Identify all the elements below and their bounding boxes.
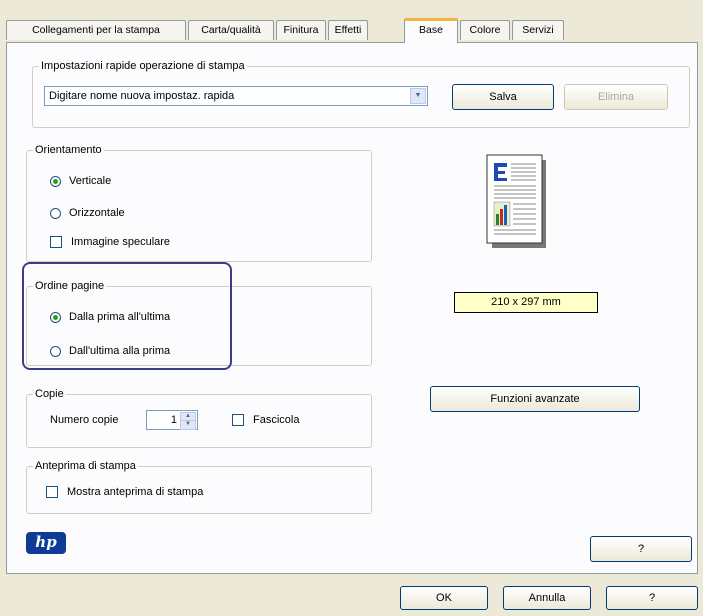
quick-settings-combo-value: Digitare nome nuova impostaz. rapida (49, 90, 235, 102)
mirror-checkbox[interactable] (50, 236, 62, 248)
cancel-button-label: Annulla (528, 592, 566, 604)
tab-colore[interactable]: Colore (460, 20, 510, 40)
collate-checkbox[interactable] (232, 414, 244, 426)
copies-count-row: Numero copie (50, 414, 118, 426)
portrait-radio[interactable] (50, 175, 61, 187)
tab-finitura[interactable]: Finitura (276, 20, 326, 40)
mirror-label: Immagine speculare (71, 236, 171, 248)
portrait-label: Verticale (69, 175, 112, 187)
quick-settings-legend: Impostazioni rapide operazione di stampa (39, 59, 247, 73)
ok-button-label: OK (436, 592, 452, 604)
landscape-option[interactable]: Orizzontale (50, 207, 125, 219)
last-to-first-option[interactable]: Dall'ultima alla prima (50, 345, 170, 357)
tab-base[interactable]: Base (404, 18, 458, 43)
show-preview-checkbox[interactable] (46, 486, 58, 498)
delete-button[interactable]: Elimina (564, 84, 668, 110)
cancel-button[interactable]: Annulla (503, 586, 591, 610)
first-to-last-label: Dalla prima all'ultima (69, 311, 171, 323)
help-button-panel[interactable]: ? (590, 536, 692, 562)
help-button-label: ? (648, 592, 656, 604)
copies-count-label: Numero copie (50, 414, 119, 426)
save-button-label: Salva (489, 91, 517, 103)
first-to-last-option[interactable]: Dalla prima all'ultima (50, 311, 170, 323)
ok-button[interactable]: OK (400, 586, 488, 610)
tab-collegamenti[interactable]: Collegamenti per la stampa (6, 20, 186, 40)
delete-button-label: Elimina (597, 91, 635, 103)
spin-down-icon[interactable]: ▼ (180, 420, 196, 430)
document-preview-icon (486, 154, 546, 248)
hp-logo-text: hp (35, 533, 57, 551)
copies-count-value: 1 (170, 414, 177, 426)
tab-servizi[interactable]: Servizi (512, 20, 564, 40)
save-button[interactable]: Salva (452, 84, 554, 110)
orientation-legend: Orientamento (33, 143, 104, 157)
first-to-last-radio[interactable] (50, 311, 61, 323)
tab-effetti[interactable]: Effetti (328, 20, 368, 40)
help-button[interactable]: ? (606, 586, 698, 610)
last-to-first-label: Dall'ultima alla prima (69, 345, 171, 357)
copies-spinbox[interactable]: 1 ▲ ▼ (146, 410, 198, 430)
landscape-label: Orizzontale (69, 207, 125, 219)
portrait-option[interactable]: Verticale (50, 175, 111, 187)
collate-option[interactable]: Fascicola (232, 414, 299, 426)
last-to-first-radio[interactable] (50, 345, 61, 357)
copies-legend: Copie (33, 387, 66, 401)
show-preview-label: Mostra anteprima di stampa (67, 486, 204, 498)
advanced-features-button[interactable]: Funzioni avanzate (430, 386, 640, 412)
tab-carta-qualita[interactable]: Carta/qualità (188, 20, 274, 40)
paper-size-label: 210 x 297 mm (454, 292, 598, 313)
mirror-option[interactable]: Immagine speculare (50, 236, 170, 248)
hp-logo-icon: hp (26, 532, 66, 554)
print-preview-legend: Anteprima di stampa (33, 459, 138, 473)
quick-settings-combo[interactable]: Digitare nome nuova impostaz. rapida ▼ (44, 86, 428, 106)
landscape-radio[interactable] (50, 207, 61, 219)
help-button-panel-label: ? (637, 543, 645, 555)
show-preview-option[interactable]: Mostra anteprima di stampa (46, 486, 203, 498)
collate-label: Fascicola (253, 414, 300, 426)
advanced-features-label: Funzioni avanzate (490, 393, 580, 405)
chevron-down-icon[interactable]: ▼ (410, 88, 426, 104)
